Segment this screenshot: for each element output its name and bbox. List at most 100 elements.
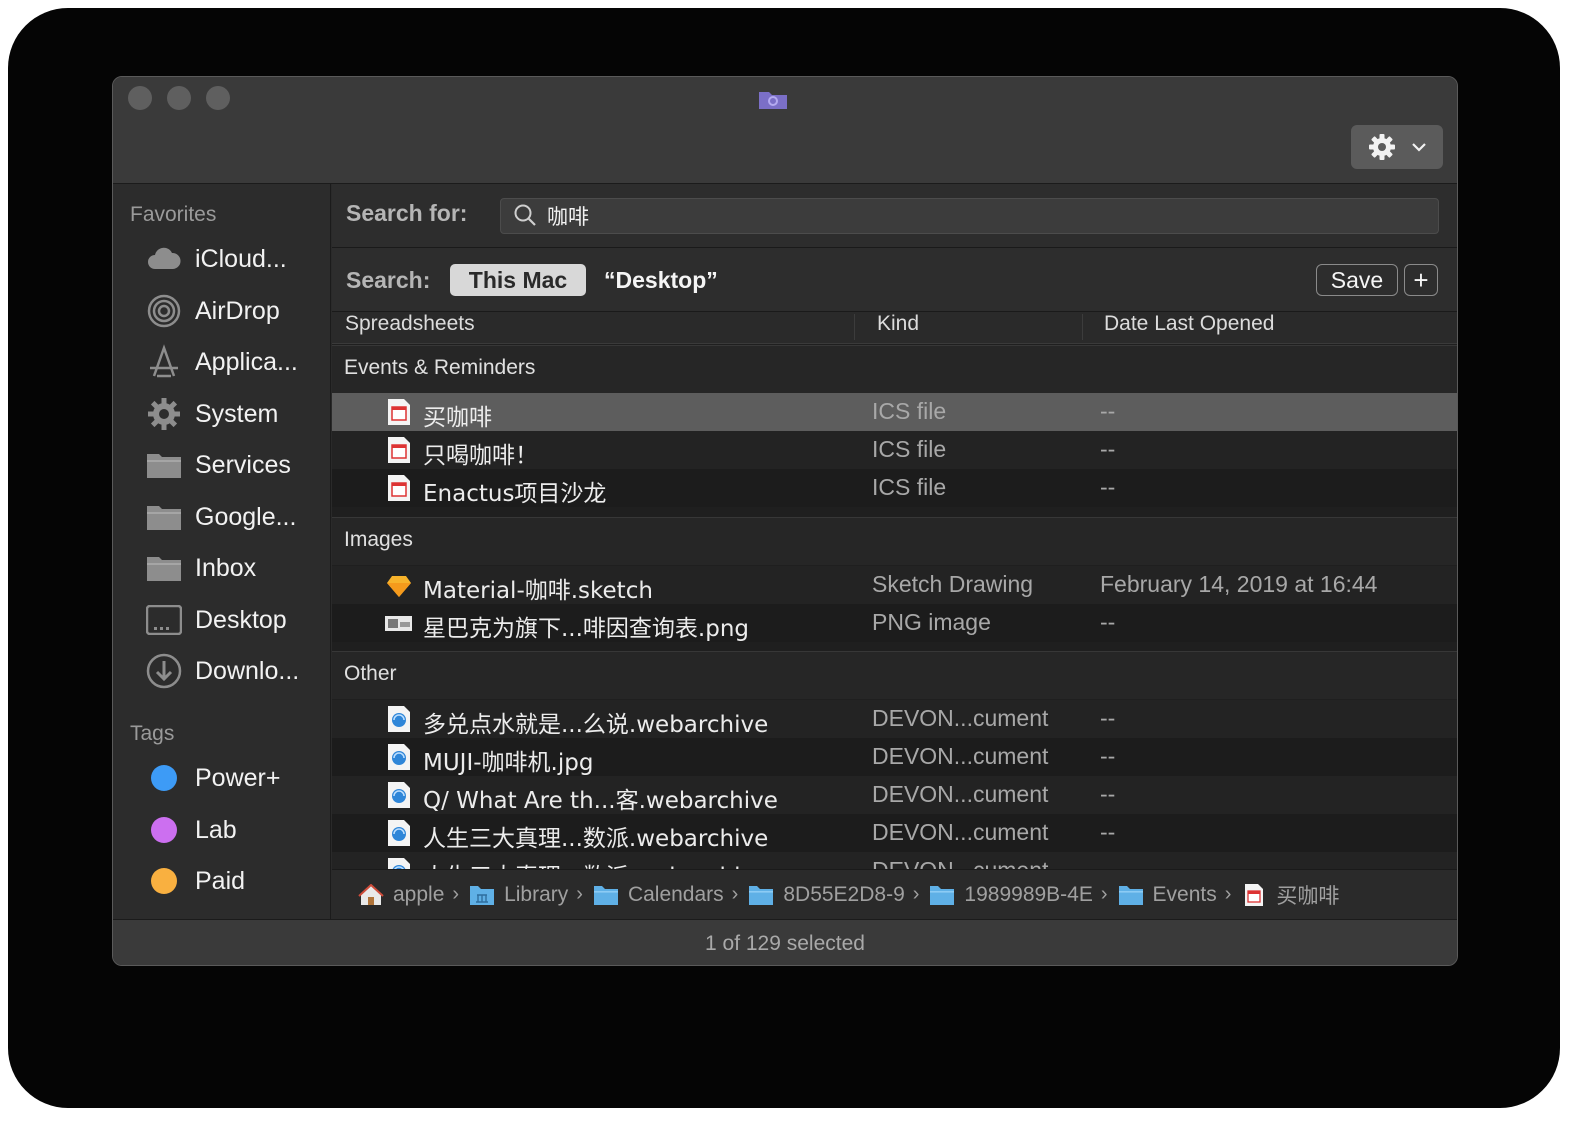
path-item-library[interactable]: Library <box>469 883 568 907</box>
path-item-home[interactable]: apple <box>358 883 444 907</box>
row-name: 人生三大真理...数派.webarchive <box>423 826 769 852</box>
column-divider[interactable] <box>854 314 855 340</box>
sidebar-item-airdrop[interactable]: AirDrop <box>145 291 329 331</box>
gear-icon <box>1369 134 1395 160</box>
path-label: 1989989B-4E <box>964 882 1093 906</box>
column-date-header[interactable]: Date Last Opened <box>1104 312 1274 336</box>
calendar-file-icon <box>388 475 410 501</box>
sidebar: Favorites iCloud... AirDrop Applica... S… <box>113 184 331 919</box>
sidebar-item-services[interactable]: Services <box>145 445 329 485</box>
devonthink-file-icon <box>388 706 410 732</box>
folder-icon <box>145 446 183 484</box>
results-list: Events & Reminders 买咖啡 ICS file -- 只喝咖啡！… <box>332 345 1457 869</box>
cloud-icon <box>145 240 183 278</box>
smart-folder-icon <box>759 92 787 109</box>
search-input[interactable] <box>547 204 1427 228</box>
path-item-file[interactable]: 买咖啡 <box>1241 880 1339 910</box>
row-date: -- <box>1100 819 1116 845</box>
row-kind: DEVON...cument <box>872 819 1049 845</box>
table-row[interactable]: 人生三大真理...数派.webarchive DEVON...cument -- <box>332 852 1457 869</box>
folder-icon <box>145 498 183 536</box>
path-separator: › <box>1100 883 1108 905</box>
sidebar-item-label: System <box>195 399 279 428</box>
scope-this-mac-button[interactable]: This Mac <box>450 264 586 296</box>
group-title: Images <box>344 528 413 551</box>
sidebar-item-downloads[interactable]: Downlo... <box>145 651 329 691</box>
row-name: 人生三大真理...数派.webarchive <box>423 857 768 869</box>
path-separator: › <box>912 883 920 905</box>
row-name: Enactus项目沙龙 <box>423 481 607 507</box>
row-kind: DEVON...cument <box>872 743 1049 769</box>
search-field[interactable] <box>500 198 1439 234</box>
sidebar-tag-power[interactable]: Power+ <box>145 758 329 798</box>
column-name-header[interactable]: Spreadsheets <box>345 312 475 336</box>
table-row[interactable]: 只喝咖啡！ ICS file -- <box>332 431 1457 469</box>
table-row[interactable]: 多兑点水就是...么说.webarchive DEVON...cument -- <box>332 700 1457 738</box>
sidebar-item-label: AirDrop <box>195 296 280 325</box>
row-kind: ICS file <box>872 474 947 500</box>
table-row[interactable]: 人生三大真理...数派.webarchive DEVON...cument -- <box>332 814 1457 852</box>
group-header: Events & Reminders <box>332 345 1457 393</box>
column-kind-header[interactable]: Kind <box>877 312 919 336</box>
path-separator: › <box>731 883 739 905</box>
path-item-folder[interactable]: 8D55E2D8-9 <box>748 883 905 907</box>
zoom-button[interactable] <box>206 86 230 110</box>
sidebar-item-label: Google... <box>195 502 297 531</box>
path-label: Library <box>504 882 569 906</box>
folder-icon <box>1118 885 1143 905</box>
path-label: Calendars <box>627 882 724 906</box>
sidebar-item-google[interactable]: Google... <box>145 497 329 537</box>
sidebar-item-label: Inbox <box>195 553 257 582</box>
sidebar-item-icloud[interactable]: iCloud... <box>145 239 329 279</box>
sidebar-tag-lab[interactable]: Lab <box>145 810 329 850</box>
applications-icon <box>145 343 183 381</box>
sidebar-tag-paid[interactable]: Paid <box>145 861 329 901</box>
path-separator: › <box>1224 883 1232 905</box>
table-row[interactable]: 买咖啡 ICS file -- <box>332 393 1457 431</box>
devonthink-file-icon <box>388 858 410 869</box>
path-label: apple <box>393 882 445 906</box>
table-row[interactable]: 星巴克为旗下...啡因查询表.png PNG image -- <box>332 604 1457 642</box>
devonthink-file-icon <box>388 782 410 808</box>
search-scope-bar: Search: This Mac “Desktop” Save + <box>332 248 1457 312</box>
group-title: Other <box>344 662 397 685</box>
sidebar-item-system[interactable]: System <box>145 394 329 434</box>
row-date: February 14, 2019 at 16:44 <box>1100 571 1378 597</box>
add-criteria-button[interactable]: + <box>1404 264 1438 296</box>
home-icon <box>358 883 384 905</box>
status-bar: 1 of 129 selected <box>113 919 1457 965</box>
path-item-folder[interactable]: 1989989B-4E <box>929 882 1093 907</box>
save-search-button[interactable]: Save <box>1316 264 1398 296</box>
path-item-events[interactable]: Events <box>1118 883 1217 907</box>
table-row[interactable]: Q/ What Are th...客.webarchive DEVON...cu… <box>332 776 1457 814</box>
table-row[interactable]: MUJI-咖啡机.jpg DEVON...cument -- <box>332 738 1457 776</box>
sidebar-item-inbox[interactable]: Inbox <box>145 548 329 588</box>
minimize-button[interactable] <box>167 86 191 110</box>
gear-icon <box>145 395 183 433</box>
column-divider[interactable] <box>1082 314 1083 340</box>
tag-color-dot <box>145 862 183 900</box>
scope-desktop-button[interactable]: “Desktop” <box>604 267 718 294</box>
finder-search-window: Favorites iCloud... AirDrop Applica... S… <box>112 76 1458 966</box>
table-row[interactable]: Enactus项目沙龙 ICS file -- <box>332 469 1457 507</box>
purple-tag-icon <box>151 817 177 843</box>
action-menu-button[interactable] <box>1351 125 1443 169</box>
table-row[interactable]: Material-咖啡.sketch Sketch Drawing Februa… <box>332 566 1457 604</box>
sidebar-item-desktop[interactable]: Desktop <box>145 600 329 640</box>
scope-label: Search: <box>346 267 431 293</box>
path-label: Events <box>1152 882 1217 906</box>
row-date: -- <box>1100 857 1115 869</box>
download-icon <box>145 652 183 690</box>
sidebar-item-label: Applica... <box>195 347 298 376</box>
row-kind: DEVON...cument <box>872 857 1048 869</box>
sidebar-item-applications[interactable]: Applica... <box>145 342 329 382</box>
close-button[interactable] <box>128 86 152 110</box>
desktop-icon <box>145 601 183 639</box>
chevron-down-icon <box>1412 143 1426 152</box>
path-item-calendars[interactable]: Calendars <box>593 883 724 907</box>
favorites-header: Favorites <box>130 203 217 226</box>
row-name: 买咖啡 <box>423 405 492 431</box>
path-separator: › <box>576 883 583 905</box>
row-kind: PNG image <box>872 609 991 635</box>
row-name: 只喝咖啡！ <box>423 443 538 469</box>
